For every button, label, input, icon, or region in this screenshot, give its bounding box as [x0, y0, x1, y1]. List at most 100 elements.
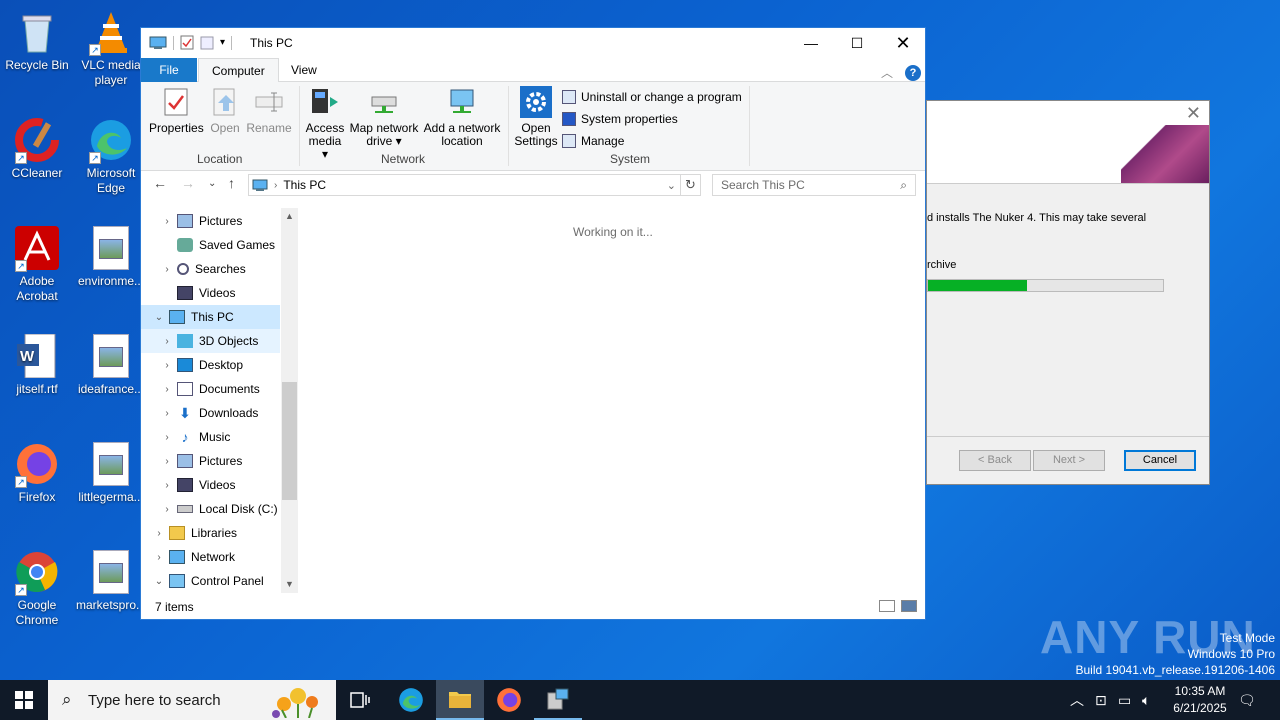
volume-icon[interactable]: 🔈︎: [1142, 680, 1150, 720]
taskbar-edge[interactable]: [387, 680, 435, 720]
tab-computer[interactable]: Computer: [198, 58, 279, 83]
desktop-icon-jitself-rtf[interactable]: W jitself.rtf: [0, 332, 74, 397]
navigation-pane: › Pictures Saved Games › Searches Videos ⌄…: [141, 208, 297, 593]
nav-item-videos[interactable]: › Videos: [141, 473, 280, 497]
next-button[interactable]: Next >: [1033, 450, 1105, 471]
desktop-icon-recycle-bin[interactable]: Recycle Bin: [0, 8, 74, 73]
show-hidden-icons[interactable]: ︿: [1070, 680, 1084, 720]
network-status-icon[interactable]: ⊡: [1095, 680, 1107, 720]
close-icon[interactable]: ✕: [1186, 103, 1201, 124]
nav-scrollbar[interactable]: ▲ ▼: [281, 208, 298, 593]
details-view-icon[interactable]: [879, 600, 895, 612]
scroll-down-icon[interactable]: ▼: [281, 576, 298, 593]
forward-arrow-icon[interactable]: →: [181, 175, 195, 191]
properties-qa-icon[interactable]: [180, 35, 194, 50]
content-status-message: Working on it...: [573, 225, 653, 239]
image-file-icon: [87, 548, 135, 596]
nav-item-searches[interactable]: › Searches: [141, 257, 280, 281]
nav-item-control-panel[interactable]: ⌄ Control Panel: [141, 569, 280, 593]
tab-file[interactable]: File: [141, 58, 197, 82]
rename-button[interactable]: Rename: [245, 86, 293, 135]
collapse-ribbon-icon[interactable]: ︿: [881, 64, 893, 81]
open-button[interactable]: Open: [207, 86, 243, 135]
desktop-icon-chrome[interactable]: ↗ Google Chrome: [0, 548, 74, 628]
device-icon[interactable]: ▭: [1118, 680, 1131, 720]
installer-status-text: rchive: [927, 259, 957, 271]
nav-item-3d-objects[interactable]: › 3D Objects: [141, 329, 280, 353]
desktop-icon-ideafrance-file[interactable]: ideafrance...: [74, 332, 148, 397]
desktop-icon-adobe-acrobat[interactable]: ↗ Adobe Acrobat: [0, 224, 74, 304]
nav-item-pictures-user[interactable]: › Pictures: [141, 209, 280, 233]
taskbar-search-box[interactable]: ⌕ Type here to search: [48, 680, 336, 720]
nav-item-documents[interactable]: › Documents: [141, 377, 280, 401]
search-input[interactable]: Search This PC ⌕: [712, 174, 916, 196]
nav-item-desktop[interactable]: › Desktop: [141, 353, 280, 377]
address-bar[interactable]: › This PC ⌄: [248, 174, 681, 196]
start-button[interactable]: [0, 680, 48, 720]
ribbon-tabs: File Computer View ︿ ?: [141, 58, 925, 83]
desktop-icon-label: Google Chrome: [15, 598, 59, 627]
taskbar-installer[interactable]: [534, 680, 582, 720]
desktop-icon-marketspro-file[interactable]: marketspro...: [74, 548, 148, 613]
access-media-button[interactable]: Access media ▾: [305, 86, 345, 161]
manage-button[interactable]: Manage: [562, 134, 624, 148]
properties-button[interactable]: Properties: [149, 86, 204, 135]
drive-icon: [177, 505, 193, 513]
system-properties-button[interactable]: System properties: [562, 112, 678, 126]
status-bar: 7 items: [141, 595, 925, 619]
desktop-icon-label: ideafrance...: [77, 382, 145, 396]
minimize-button[interactable]: —: [788, 28, 834, 58]
nav-item-libraries[interactable]: › Libraries: [141, 521, 280, 545]
scrollbar-thumb[interactable]: [282, 382, 297, 500]
nav-item-downloads[interactable]: › ⬇ Downloads: [141, 401, 280, 425]
desktop-icon-label: jitself.rtf: [16, 382, 58, 396]
cancel-button[interactable]: Cancel: [1124, 450, 1196, 471]
desktop-icon-environment-file[interactable]: environme...: [74, 224, 148, 289]
tab-view[interactable]: View: [278, 58, 330, 82]
breadcrumb-separator-icon[interactable]: ›: [274, 180, 277, 191]
installer-dialog: ✕ d installs The Nuker 4. This may take …: [926, 100, 1210, 485]
nav-item-network[interactable]: › Network: [141, 545, 280, 569]
breadcrumb[interactable]: This PC: [283, 178, 326, 192]
nav-label: Videos: [199, 286, 236, 300]
desktop-icon-edge[interactable]: ↗ Microsoft Edge: [74, 116, 148, 196]
group-label-system: System: [610, 152, 651, 166]
open-settings-button[interactable]: Open Settings: [513, 86, 559, 148]
recent-locations-icon[interactable]: ⌄: [208, 178, 216, 189]
nav-item-videos-user[interactable]: Videos: [141, 281, 280, 305]
notifications-icon[interactable]: 🗨︎: [1238, 680, 1256, 720]
desktop-icon-firefox[interactable]: ↗ Firefox: [0, 440, 74, 505]
firefox-icon: ↗: [13, 440, 61, 488]
address-dropdown-icon[interactable]: ⌄: [667, 179, 676, 192]
system-clock[interactable]: 10:35 AM 6/21/2025: [1160, 683, 1240, 717]
map-network-drive-button[interactable]: Map network drive ▾: [348, 86, 420, 148]
refresh-icon[interactable]: ↻: [681, 174, 701, 196]
large-icons-view-icon[interactable]: [901, 600, 917, 612]
nav-item-this-pc[interactable]: ⌄ This PC: [141, 305, 280, 329]
downloads-icon: ⬇: [179, 405, 191, 421]
chevron-down-icon[interactable]: ▾: [220, 37, 225, 48]
up-arrow-icon[interactable]: ↑: [228, 175, 235, 191]
close-button[interactable]: ✕: [880, 28, 926, 58]
new-folder-qa-icon[interactable]: [200, 36, 214, 50]
back-arrow-icon[interactable]: ←: [153, 175, 167, 191]
maximize-button[interactable]: ☐: [834, 28, 880, 58]
desktop-icon-littlegerman-file[interactable]: littlegerma...: [74, 440, 148, 505]
task-view-button[interactable]: [336, 680, 384, 720]
recycle-bin-icon: [13, 8, 61, 56]
desktop-icon-vlc[interactable]: ↗ VLC media player: [74, 8, 148, 88]
properties-label: Properties: [149, 121, 204, 135]
back-button[interactable]: < Back: [959, 450, 1031, 471]
taskbar-firefox[interactable]: [485, 680, 533, 720]
nav-item-local-disk-c[interactable]: › Local Disk (C:): [141, 497, 280, 521]
nav-item-music[interactable]: › ♪ Music: [141, 425, 280, 449]
nav-item-saved-games[interactable]: Saved Games: [141, 233, 280, 257]
shortcut-arrow-icon: ↗: [15, 260, 27, 272]
taskbar-file-explorer[interactable]: [436, 680, 484, 720]
nav-item-pictures[interactable]: › Pictures: [141, 449, 280, 473]
desktop-icon-ccleaner[interactable]: ↗ CCleaner: [0, 116, 74, 181]
uninstall-program-button[interactable]: Uninstall or change a program: [562, 90, 742, 104]
add-network-location-button[interactable]: Add a network location: [422, 86, 502, 148]
scroll-up-icon[interactable]: ▲: [281, 208, 298, 225]
help-icon[interactable]: ?: [905, 64, 921, 81]
